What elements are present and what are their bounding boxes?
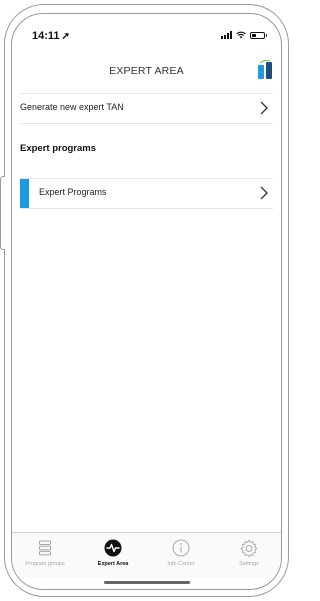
location-arrow-icon: ➚ <box>61 31 70 42</box>
status-bar: 14:11 ➚ <box>12 14 281 50</box>
expert-programs-label: Expert Programs <box>39 187 107 197</box>
status-time: 14:11 ➚ <box>32 30 70 42</box>
generate-tan-row[interactable]: Generate new expert TAN <box>20 93 273 124</box>
tab-label: Info Center <box>167 561 195 567</box>
list-icon <box>39 540 51 556</box>
status-time-text: 14:11 <box>32 30 60 42</box>
tab-bar: Program groups Expert Area Info Center S… <box>12 532 281 578</box>
info-icon <box>172 539 190 557</box>
tab-expert-area[interactable]: Expert Area <box>80 539 146 567</box>
tab-label: Settings <box>239 561 259 567</box>
chevron-right-icon <box>260 186 268 200</box>
tab-label: Program groups <box>25 561 65 567</box>
home-indicator[interactable] <box>104 581 190 584</box>
expert-programs-row[interactable]: Expert Programs <box>20 178 273 209</box>
battery-icon <box>250 31 267 39</box>
page-title: EXPERT AREA <box>109 65 184 77</box>
tab-settings[interactable]: Settings <box>216 539 281 567</box>
wifi-icon <box>236 31 246 39</box>
status-icons <box>221 31 267 39</box>
brand-logo-icon[interactable] <box>257 60 274 80</box>
tab-program-groups[interactable]: Program groups <box>12 539 78 567</box>
phone-side-button <box>0 176 5 250</box>
section-title-expert-programs: Expert programs <box>20 143 97 154</box>
generate-tan-label: Generate new expert TAN <box>20 102 124 112</box>
tab-info-center[interactable]: Info Center <box>148 539 214 567</box>
chevron-right-icon <box>260 101 268 115</box>
nav-header: EXPERT AREA <box>12 60 281 82</box>
gear-icon <box>240 539 258 557</box>
tab-label: Expert Area <box>97 561 129 567</box>
phone-screen: 14:11 ➚ EXPERT AREA Generate new expert T… <box>11 13 282 590</box>
selected-accent-bar <box>20 179 29 208</box>
pulse-icon <box>104 539 122 557</box>
signal-icon <box>221 31 232 39</box>
